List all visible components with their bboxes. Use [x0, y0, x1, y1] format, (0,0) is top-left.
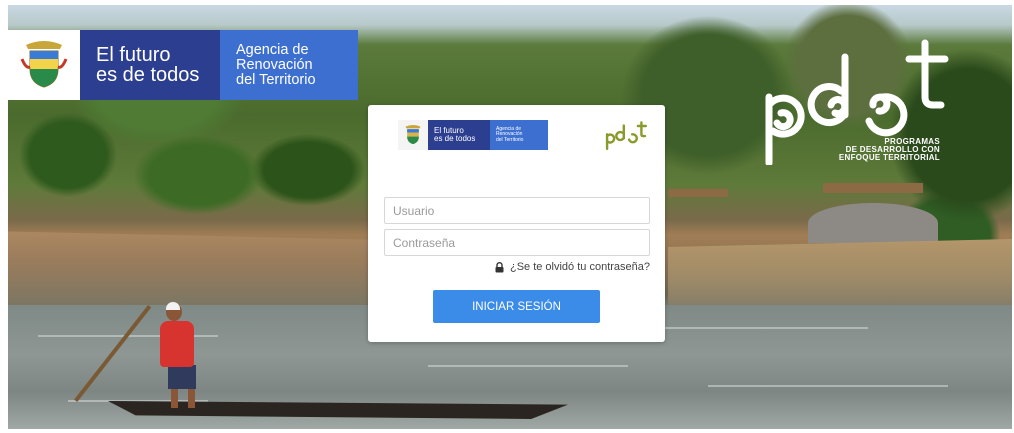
lock-icon: [495, 261, 504, 272]
river-bank-right: [668, 239, 1012, 315]
slogan-block: El futuro es de todos: [80, 30, 220, 100]
forgot-password-link[interactable]: ¿Se te olvidó tu contraseña?: [495, 261, 650, 273]
river-bank-left: [8, 231, 388, 308]
pdet-tagline-line-3: ENFOQUE TERRITORIAL: [838, 153, 940, 162]
card-agency-block: Agencia de Renovación del Territorio: [490, 120, 548, 150]
agency-block: Agencia de Renovación del Territorio: [220, 30, 358, 100]
person-cap: [166, 302, 180, 310]
card-pdet-logo: [605, 121, 648, 151]
person-shirt: [160, 321, 194, 367]
username-input[interactable]: [384, 197, 650, 224]
card-slogan-line-2: es de todos: [434, 134, 476, 143]
forgot-password-label: ¿Se te olvidó tu contraseña?: [509, 261, 650, 273]
pdet-tagline: PROGRAMAS DE DESARROLLO CON ENFOQUE TERR…: [820, 138, 940, 162]
person-shorts: [168, 365, 196, 389]
coat-of-arms-icon: [8, 30, 80, 100]
card-government-banner: El futuro es de todos Agencia de Renovac…: [398, 120, 548, 150]
slogan-line-1: El futuro: [96, 44, 171, 66]
gravel-pile: [808, 203, 938, 243]
agency-line-3: del Territorio: [236, 71, 316, 88]
government-banner: El futuro es de todos Agencia de Renovac…: [8, 30, 358, 100]
card-slogan-block: El futuro es de todos: [428, 120, 490, 150]
login-button[interactable]: INICIAR SESIÓN: [433, 290, 600, 323]
hut-roof-small: [668, 189, 728, 197]
agency-line-1: Agencia de: [236, 41, 309, 58]
agency-line-2: Renovación: [236, 56, 313, 73]
slogan-line-2: es de todos: [96, 64, 200, 86]
card-agency-line-3: del Territorio: [496, 136, 524, 143]
login-card: El futuro es de todos Agencia de Renovac…: [368, 105, 665, 342]
card-coat-of-arms-icon: [398, 120, 428, 150]
person-legs: [171, 388, 195, 408]
hut-roof: [823, 183, 923, 193]
password-input[interactable]: [384, 229, 650, 256]
